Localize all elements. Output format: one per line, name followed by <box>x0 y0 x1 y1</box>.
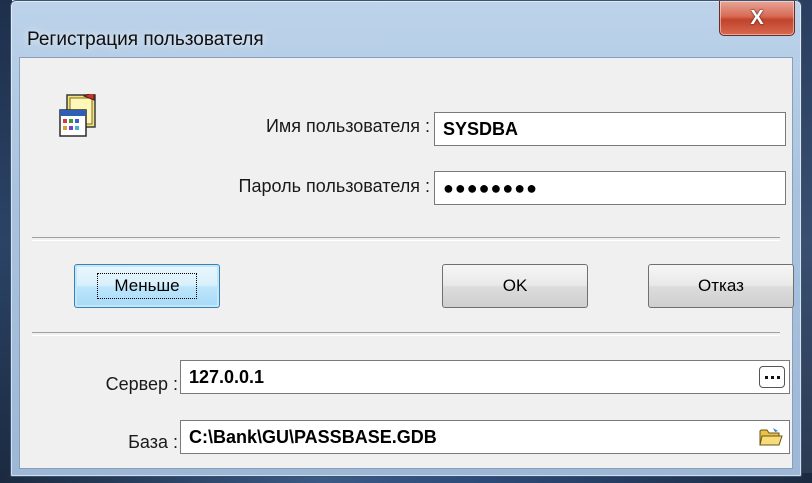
username-label: Имя пользователя : <box>265 116 430 136</box>
database-label: База : <box>128 432 178 452</box>
ok-button-label: OK <box>502 276 528 295</box>
ellipsis-icon <box>764 375 780 379</box>
divider-bottom <box>32 332 780 336</box>
database-field[interactable]: C:\Bank\GU\PASSBASE.GDB <box>180 420 790 454</box>
ok-button[interactable]: OK <box>442 264 588 308</box>
server-label: Сервер : <box>105 374 178 394</box>
server-field[interactable]: 127.0.0.1 <box>180 360 790 394</box>
window-title: Регистрация пользователя <box>27 29 264 50</box>
database-value: C:\Bank\GU\PASSBASE.GDB <box>189 426 437 447</box>
login-dialog: Регистрация пользователя X Имя пользоват… <box>10 0 802 477</box>
cancel-button[interactable]: Отказ <box>648 264 794 308</box>
password-label: Пароль пользователя : <box>238 176 430 196</box>
password-field[interactable]: ●●●●●●●● <box>434 171 786 205</box>
password-value: ●●●●●●●● <box>443 177 538 198</box>
close-button[interactable]: X <box>719 1 795 36</box>
less-button[interactable]: Меньше <box>74 264 220 308</box>
browse-server-button[interactable] <box>759 366 785 388</box>
server-value: 127.0.0.1 <box>189 366 265 387</box>
dialog-body: Имя пользователя : SYSDBA Пароль пользов… <box>19 57 794 469</box>
title-bar[interactable]: Регистрация пользователя X <box>11 1 801 59</box>
cancel-button-label: Отказ <box>698 276 744 295</box>
close-icon: X <box>750 6 764 29</box>
divider-top <box>32 237 780 241</box>
username-field[interactable]: SYSDBA <box>434 112 786 146</box>
username-value: SYSDBA <box>443 118 519 139</box>
open-folder-icon[interactable] <box>759 427 783 447</box>
less-button-label: Меньше <box>97 273 197 299</box>
user-registration-app-icon <box>59 94 96 137</box>
